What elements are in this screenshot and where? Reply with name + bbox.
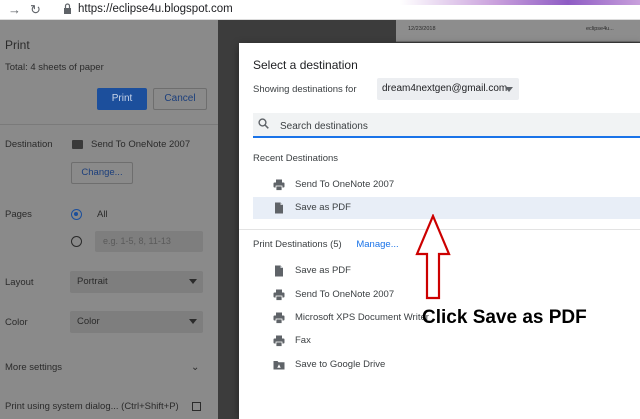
destination-label: Save as PDF [295,202,351,213]
account-dropdown[interactable]: dream4nextgen@gmail.com [377,78,519,100]
print-title: Print [5,38,30,52]
destination-row-fax[interactable]: Fax [253,330,640,352]
print-destinations-count: (5) [330,239,342,250]
sheet-total: Total: 4 sheets of paper [5,62,104,73]
cancel-button[interactable]: Cancel [153,88,207,110]
preview-date: 12/23/2018 [408,26,436,32]
layout-value: Portrait [77,276,108,287]
color-select[interactable]: Color [70,311,203,333]
destination-label: Destination [5,139,53,150]
system-dialog-link[interactable]: Print using system dialog... (Ctrl+Shift… [5,401,179,412]
lock-icon [64,3,71,14]
destination-label: Send To OneNote 2007 [295,179,395,190]
destination-label: Microsoft XPS Document Writer [295,312,429,323]
layout-select[interactable]: Portrait [70,271,203,293]
printer-icon [273,335,285,347]
destination-label: Send To OneNote 2007 [295,289,395,300]
printer-icon [273,289,285,301]
account-email: dream4nextgen@gmail.com [382,83,508,94]
search-icon [258,118,269,129]
dialog-title: Select a destination [253,58,358,72]
pages-all-radio[interactable] [71,209,82,220]
print-destinations-title: Print Destinations [253,239,328,250]
destination-label: Save to Google Drive [295,359,386,370]
reload-icon[interactable]: ↻ [30,2,41,18]
pages-all-label: All [97,209,108,220]
destination-label: Save as PDF [295,265,351,276]
change-destination-button[interactable]: Change... [71,162,133,184]
printer-icon [273,312,285,324]
destination-label: Fax [295,335,311,346]
chevron-down-icon[interactable]: ⌄ [191,362,199,373]
divider [0,124,218,125]
search-box[interactable] [253,113,640,138]
chevron-down-icon [189,279,197,284]
search-input[interactable] [280,119,620,133]
color-value: Color [77,316,100,327]
chevron-down-icon [189,319,197,324]
print-button[interactable]: Print [97,88,147,110]
print-settings-panel: Print Total: 4 sheets of paper Print Can… [0,20,218,419]
manage-link[interactable]: Manage... [356,239,398,250]
printer-icon [273,179,285,191]
open-external-icon[interactable] [192,402,201,411]
drive-folder-icon [273,361,285,370]
browser-bar: → ↻ https://eclipse4u.blogspot.com [0,0,640,20]
back-arrow-icon[interactable]: → [8,2,21,17]
pages-range-input[interactable]: e.g. 1-5, 8, 11-13 [95,231,203,252]
print-destinations-heading: Print Destinations (5) Manage... [253,239,399,250]
recent-destinations-heading: Recent Destinations [253,153,339,164]
pages-label: Pages [5,209,32,220]
color-label: Color [5,317,28,328]
destination-row-send-to-onenote[interactable]: Send To OneNote 2007 [253,174,640,196]
document-icon [275,202,283,214]
preview-site: eclipse4u... [586,26,614,32]
printer-icon [72,140,83,149]
showing-destinations-label: Showing destinations for [253,84,357,95]
layout-label: Layout [5,277,34,288]
more-settings-toggle[interactable]: More settings [5,362,62,373]
chevron-down-icon [505,87,513,92]
preview-page: 12/23/2018 eclipse4u... [396,20,640,42]
destination-row-google-drive[interactable]: Save to Google Drive [253,354,640,376]
url-bar[interactable]: https://eclipse4u.blogspot.com [78,3,233,15]
document-icon [275,265,283,277]
annotation-caption: Click Save as PDF [422,307,587,328]
tab-strip [400,0,640,5]
pages-custom-radio[interactable] [71,236,82,247]
destination-value: Send To OneNote 2007 [91,139,191,150]
